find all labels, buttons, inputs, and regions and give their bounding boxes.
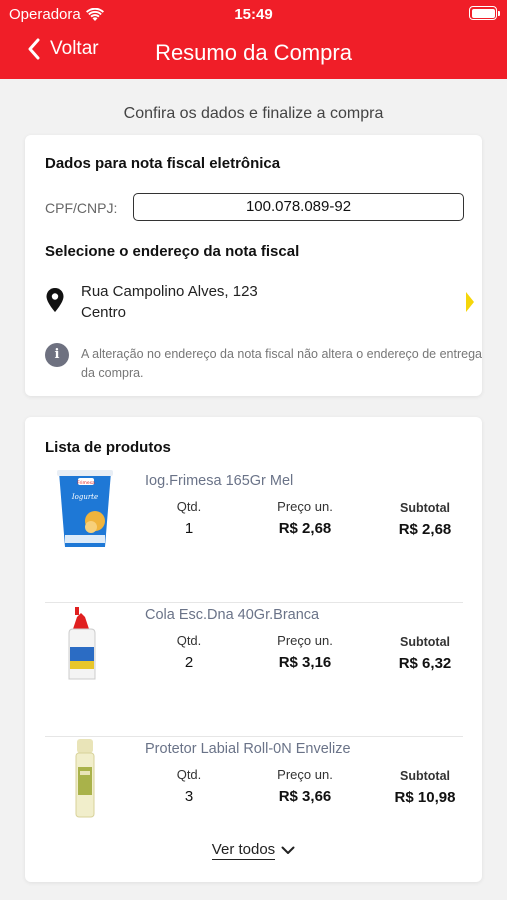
price-label: Preço un. [277,499,333,514]
qty-label: Qtd. [176,767,202,782]
product-item: Frimesa Iogurte Iog.Frimesa 165Gr Mel Qt… [45,469,463,603]
app-header: Operadora 15:49 Voltar Resumo da Compra [0,0,507,79]
qty-column: Qtd. 3 [173,767,205,805]
battery-icon [469,6,500,20]
product-name: Cola Esc.Dna 40Gr.Branca [145,607,320,623]
qty-value: 2 [184,654,194,671]
info-text: A alteração no endereço da nota fiscal n… [81,347,482,380]
invoice-card: Dados para nota fiscal eletrônica CPF/CN… [25,135,482,396]
subtotal-label: Subtotal [400,501,450,515]
address-selector[interactable]: Rua Campolino Alves, 123 Centro [45,283,474,327]
cpf-label: CPF/CNPJ: [45,200,118,216]
address-street: Rua Campolino Alves, 123 [81,283,258,300]
price-column: Preço un. R$ 3,66 [270,767,340,805]
svg-text:Frimesa: Frimesa [77,480,95,486]
subtotal-value: R$ 10,98 [394,789,456,806]
status-bar: Operadora 15:49 [0,0,507,28]
page-title: Resumo da Compra [155,40,352,65]
price-value: R$ 2,68 [278,520,332,537]
see-all-button[interactable]: Ver todos [25,841,482,860]
price-label: Preço un. [277,767,333,782]
cpf-field[interactable]: 100.078.089-92 [133,193,464,221]
qty-column: Qtd. 1 [173,499,205,537]
price-value: R$ 3,16 [278,654,332,671]
invoice-heading: Dados para nota fiscal eletrônica [45,155,281,172]
qty-value: 3 [184,788,194,805]
subtotal-column: Subtotal R$ 6,32 [385,633,465,672]
subtotal-label: Subtotal [400,635,450,649]
qty-label: Qtd. [176,633,202,648]
address-district: Centro [81,304,127,321]
see-all-label: Ver todos [211,841,276,860]
price-column: Preço un. R$ 2,68 [270,499,340,537]
products-heading: Lista de produtos [45,439,171,456]
subtotal-column: Subtotal R$ 10,98 [385,767,465,806]
subtotal-value: R$ 6,32 [398,655,452,672]
svg-text:Iogurte: Iogurte [71,493,98,501]
subtotal-value: R$ 2,68 [398,521,452,538]
page-subtitle: Confira os dados e finalize a compra [123,105,384,122]
price-column: Preço un. R$ 3,16 [270,633,340,671]
subtotal-label: Subtotal [400,769,450,783]
address-heading: Selecione o endereço da nota fiscal [45,243,300,260]
qty-label: Qtd. [176,499,202,514]
lip-balm-product-image [75,739,95,818]
subtotal-column: Subtotal R$ 2,68 [385,499,465,538]
yogurt-product-image: Frimesa Iogurte [57,470,113,547]
chevron-right-icon [466,292,474,312]
qty-value: 1 [184,520,194,537]
glue-product-image [68,607,96,680]
clock: 15:49 [234,6,273,23]
price-label: Preço un. [277,633,333,648]
products-card: Lista de produtos Frimesa Iogurte Iog.Fr… [25,417,482,882]
price-value: R$ 3,66 [278,788,332,805]
product-name: Iog.Frimesa 165Gr Mel [145,473,294,489]
location-pin-icon [46,288,64,312]
chevron-down-icon [281,846,295,854]
product-item: Cola Esc.Dna 40Gr.Branca Qtd. 2 Preço un… [45,603,463,737]
info-icon: i [45,343,69,367]
qty-column: Qtd. 2 [173,633,205,671]
product-name: Protetor Labial Roll-0N Envelize [145,741,351,757]
